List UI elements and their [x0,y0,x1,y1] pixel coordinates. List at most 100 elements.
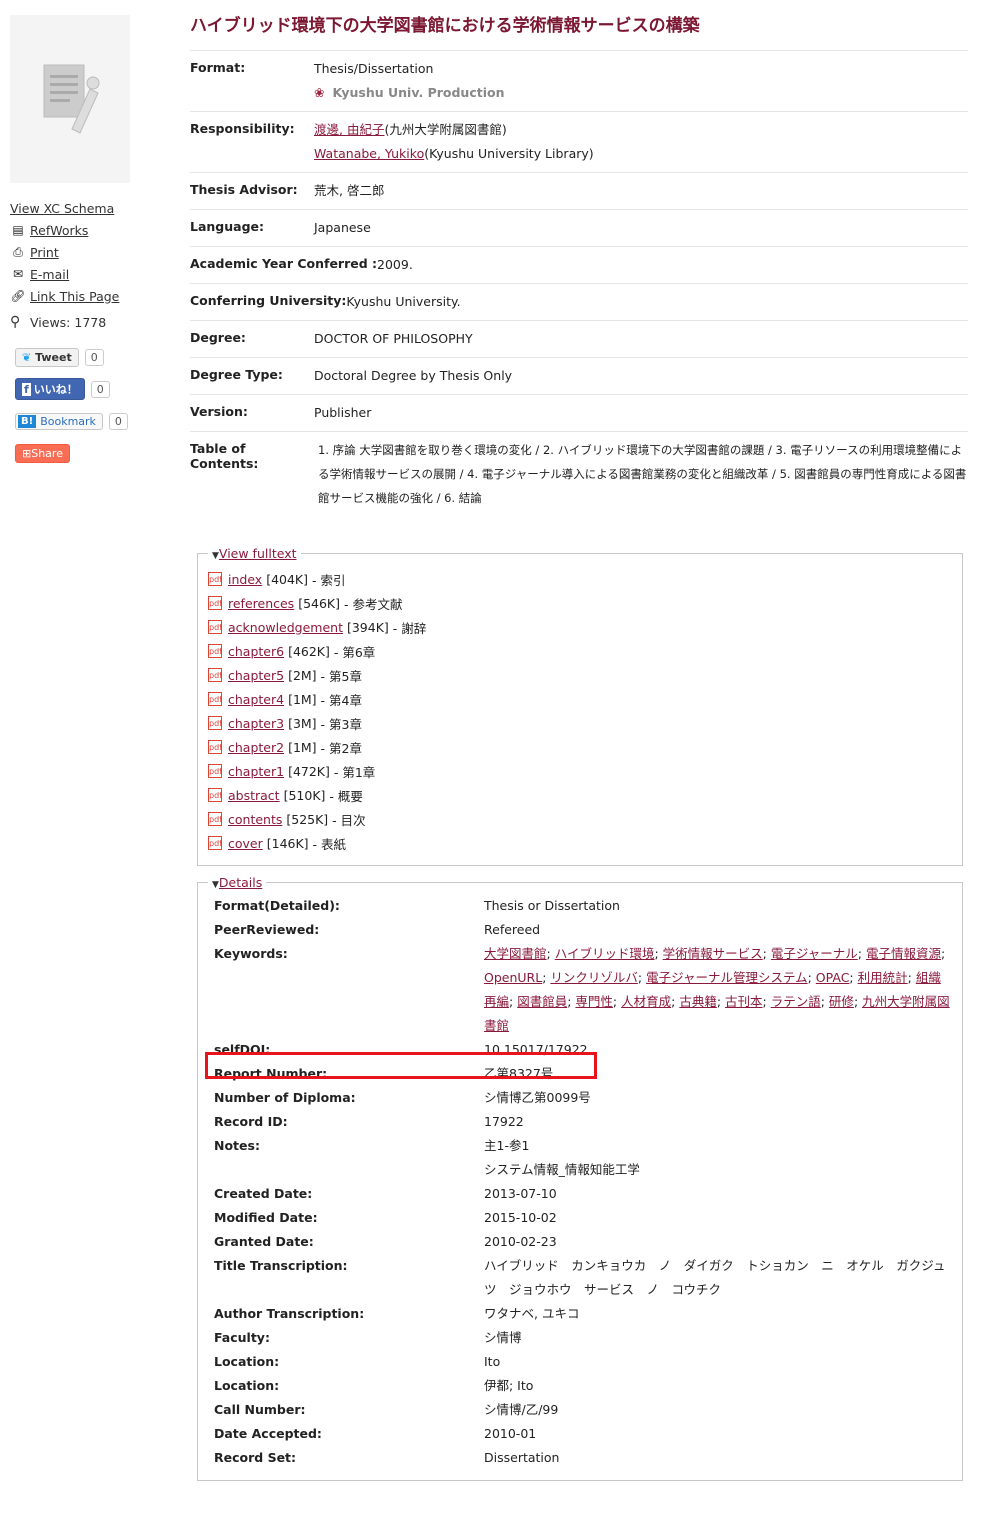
fulltext-file: pdf chapter1 [472K] - 第1章 [208,763,376,780]
keyword-link[interactable]: OpenURL [484,970,542,985]
fulltext-file: pdf chapter2 [1M] - 第2章 [208,739,362,756]
fulltext-file-link[interactable]: contents [228,812,282,827]
pdf-icon: pdf [208,572,222,586]
tweet-count: 0 [84,348,104,366]
format-row: Format: Thesis/Dissertation ❀ Kyushu Univ… [190,50,968,111]
fulltext-file-link[interactable]: chapter3 [228,716,284,731]
link-this-page-link[interactable]: 🔗︎ Link This Page [10,285,160,307]
keyword-link[interactable]: 研修 [829,994,854,1009]
toc-row: Table of Contents: 1. 序論 大学図書館を取り巻く環境の変化 … [190,431,968,516]
keyword-link[interactable]: 古典籍 [679,994,717,1009]
record-main: ハイブリッド環境下の大学図書館における学術情報サービスの構築 Format: T… [190,12,968,516]
detail-row: Notes: 主1-参1 システム情報_情報知能工学 [208,1134,952,1182]
fulltext-file: pdf cover [146K] - 表紙 [208,835,347,852]
detail-value: シ情博/乙/99 [484,1402,559,1417]
hatena-icon: B! [18,414,37,428]
keyword-link[interactable]: 電子情報資源 [866,946,941,961]
detail-value: Ito [484,1354,501,1369]
author-ja-link[interactable]: 渡邊, 由紀子 [314,122,384,137]
keyword-link[interactable]: 大学図書館 [484,946,547,961]
keyword-link[interactable]: ハイブリッド環境 [555,946,655,961]
hatena-bookmark-button[interactable]: B! Bookmark [15,412,103,430]
keyword-link[interactable]: 電子ジャーナル [771,946,858,961]
author-en-link[interactable]: Watanabe, Yukiko [314,146,424,161]
detail-label: Keywords: [214,946,288,961]
facebook-like-button[interactable]: f いいね！ [15,378,85,400]
sidebar: View XC Schema ▤ RefWorks ⎙ Print ✉ E-mail … [10,15,160,475]
detail-value: シ情博 [484,1330,522,1345]
keyword-link[interactable]: 利用統計 [858,970,908,985]
detail-value: 2015-10-02 [484,1210,557,1225]
fulltext-file: pdf chapter3 [3M] - 第3章 [208,715,362,732]
kyushu-univ-logo-icon: ❀ [314,85,325,100]
year-row: Academic Year Conferred :2009. [190,246,968,283]
tweet-button[interactable]: ❦ Tweet [15,347,79,367]
keyword-link[interactable]: OPAC [816,970,850,985]
keyword-link[interactable]: 電子ジャーナル管理システム [646,970,808,985]
format-value: Thesis/Dissertation [314,61,434,76]
pdf-icon: pdf [208,644,222,658]
plus-icon: ⊞ [22,446,32,460]
detail-label: Number of Diploma: [214,1090,356,1105]
keyword-link[interactable]: 学術情報サービス [663,946,763,961]
refworks-link[interactable]: ▤ RefWorks [10,219,160,241]
twitter-bird-icon: ❦ [22,350,32,364]
fulltext-file: pdf contents [525K] - 目次 [208,811,366,828]
triangle-down-icon: ▼ [212,880,219,890]
detail-label: Granted Date: [214,1234,314,1249]
selfdoi-highlight-box [205,1052,597,1079]
fulltext-file-link[interactable]: acknowledgement [228,620,343,635]
detail-label: Faculty: [214,1330,270,1345]
fulltext-file-link[interactable]: abstract [228,788,280,803]
fulltext-file-link[interactable]: references [228,596,294,611]
link-icon: 🔗︎ [10,289,26,303]
bookmark-count: 0 [108,412,128,430]
fulltext-file-link[interactable]: cover [228,836,263,851]
detail-label: Format(Detailed): [214,898,340,913]
detail-value: Dissertation [484,1450,560,1465]
keyword-link[interactable]: 図書館員 [517,994,567,1009]
triangle-down-icon: ▼ [212,551,219,561]
view-xc-schema-link[interactable]: View XC Schema [10,197,160,219]
detail-label: Record Set: [214,1450,297,1465]
details-panel: ▼Details Format(Detailed): Thesis or Diss… [197,875,963,1481]
keyword-link[interactable]: ラテン語 [771,994,821,1009]
pdf-icon: pdf [208,668,222,682]
detail-value: 2010-01 [484,1426,537,1441]
detail-label: Call Number: [214,1402,306,1417]
detail-row: Format(Detailed): Thesis or Dissertation [208,894,952,918]
email-link[interactable]: ✉ E-mail [10,263,160,285]
details-toggle[interactable]: ▼Details [208,875,266,890]
university-row: Conferring University: Kyushu University. [190,283,968,320]
fulltext-file: pdf chapter4 [1M] - 第4章 [208,691,362,708]
pdf-icon: pdf [208,692,222,706]
fulltext-file-link[interactable]: chapter1 [228,764,284,779]
facebook-icon: f [22,383,31,396]
detail-value: 17922 [484,1114,524,1129]
like-count: 0 [90,380,110,398]
detail-row: Location: Ito [208,1350,952,1374]
print-link[interactable]: ⎙ Print [10,241,160,263]
fulltext-file-link[interactable]: index [228,572,262,587]
keyword-link[interactable]: 古刊本 [725,994,763,1009]
detail-value: 主1-参1 システム情報_情報知能工学 [484,1138,640,1177]
keyword-link[interactable]: 人材育成 [621,994,671,1009]
fulltext-file-link[interactable]: chapter5 [228,668,284,683]
fulltext-file-link[interactable]: chapter6 [228,644,284,659]
share-button[interactable]: ⊞Share [15,443,70,463]
fulltext-toggle[interactable]: ▼View fulltext [208,546,301,561]
fulltext-file: pdf index [404K] - 索引 [208,571,346,588]
fulltext-panel: ▼View fulltext pdf index [404K] - 索引 pdf re… [197,546,963,866]
keyword-link[interactable]: リンクリゾルバ [550,970,638,985]
fulltext-file-link[interactable]: chapter4 [228,692,284,707]
detail-row: Author Transcription: ワタナベ, ユキコ [208,1302,952,1326]
degree-type-row: Degree Type: Doctoral Degree by Thesis On… [190,357,968,394]
detail-row: Record ID: 17922 [208,1110,952,1134]
pdf-icon: pdf [208,620,222,634]
detail-row: PeerReviewed: Refereed [208,918,952,942]
pdf-icon: pdf [208,812,222,826]
refworks-icon: ▤ [12,223,24,237]
keyword-link[interactable]: 専門性 [575,994,613,1009]
page-title: ハイブリッド環境下の大学図書館における学術情報サービスの構築 [190,16,700,36]
fulltext-file-link[interactable]: chapter2 [228,740,284,755]
